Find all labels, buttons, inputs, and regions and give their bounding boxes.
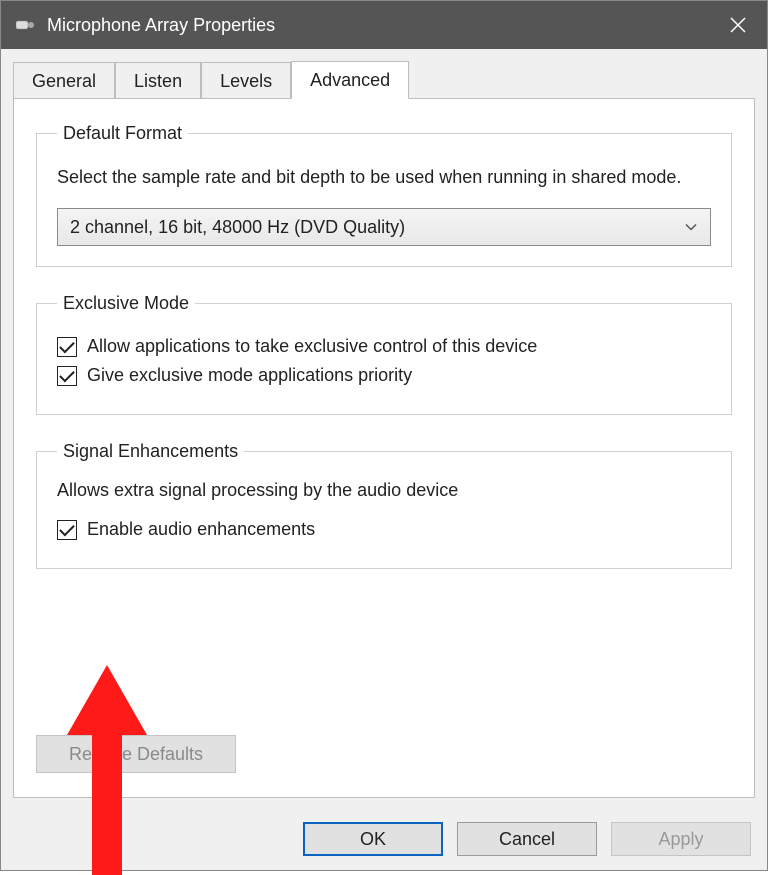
microphone-icon <box>15 16 37 34</box>
tab-advanced[interactable]: Advanced <box>291 61 409 99</box>
default-format-description: Select the sample rate and bit depth to … <box>57 164 711 190</box>
tab-panel-advanced: Default Format Select the sample rate an… <box>13 98 755 798</box>
tab-general[interactable]: General <box>13 62 115 99</box>
group-default-format: Default Format Select the sample rate an… <box>36 123 732 267</box>
titlebar: Microphone Array Properties <box>1 1 767 49</box>
checkbox-label: Give exclusive mode applications priorit… <box>87 365 412 386</box>
close-button[interactable] <box>709 1 767 49</box>
tab-levels[interactable]: Levels <box>201 62 291 99</box>
format-select-value: 2 channel, 16 bit, 48000 Hz (DVD Quality… <box>70 217 405 238</box>
legend-exclusive-mode: Exclusive Mode <box>57 293 195 314</box>
checkbox-label: Allow applications to take exclusive con… <box>87 336 537 357</box>
chevron-down-icon <box>684 217 698 238</box>
checkbox-icon <box>57 520 77 540</box>
signal-enhancements-description: Allows extra signal processing by the au… <box>57 480 711 501</box>
dialog-button-row: OK Cancel Apply <box>1 808 767 870</box>
restore-defaults-button[interactable]: Restore Defaults <box>36 735 236 773</box>
checkbox-enable-enhancements[interactable]: Enable audio enhancements <box>57 519 711 540</box>
group-signal-enhancements: Signal Enhancements Allows extra signal … <box>36 441 732 569</box>
format-select[interactable]: 2 channel, 16 bit, 48000 Hz (DVD Quality… <box>57 208 711 246</box>
tab-listen[interactable]: Listen <box>115 62 201 99</box>
checkbox-exclusive-priority[interactable]: Give exclusive mode applications priorit… <box>57 365 711 386</box>
window-title: Microphone Array Properties <box>47 15 275 36</box>
checkbox-allow-exclusive[interactable]: Allow applications to take exclusive con… <box>57 336 711 357</box>
close-icon <box>730 17 746 33</box>
checkbox-icon <box>57 366 77 386</box>
group-exclusive-mode: Exclusive Mode Allow applications to tak… <box>36 293 732 415</box>
cancel-button[interactable]: Cancel <box>457 822 597 856</box>
checkbox-label: Enable audio enhancements <box>87 519 315 540</box>
legend-signal-enhancements: Signal Enhancements <box>57 441 244 462</box>
dialog-body: General Listen Levels Advanced Default F… <box>1 49 767 808</box>
checkbox-icon <box>57 337 77 357</box>
apply-button: Apply <box>611 822 751 856</box>
legend-default-format: Default Format <box>57 123 188 144</box>
properties-dialog: Microphone Array Properties General List… <box>0 0 768 871</box>
ok-button[interactable]: OK <box>303 822 443 856</box>
tab-bar: General Listen Levels Advanced <box>13 61 755 99</box>
